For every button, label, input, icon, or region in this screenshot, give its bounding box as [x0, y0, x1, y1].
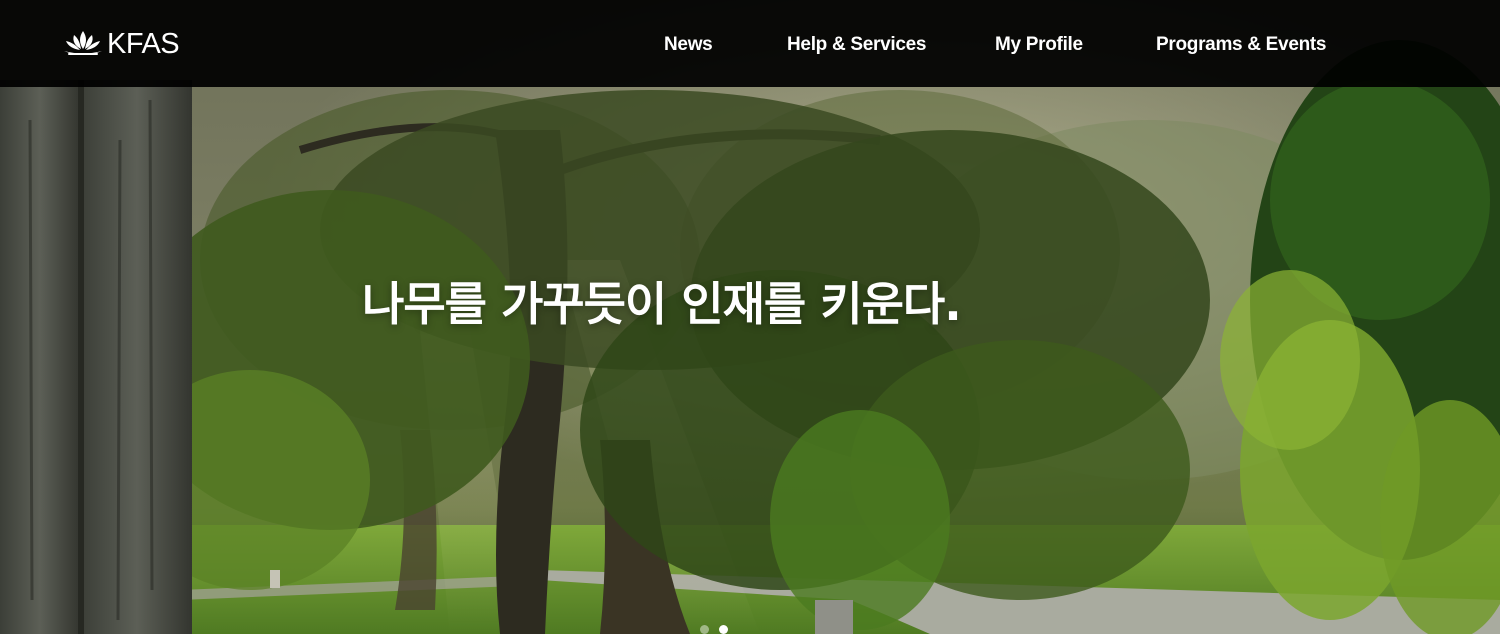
slider-dot-1[interactable]	[700, 625, 709, 634]
nav-item-my-profile[interactable]: My Profile	[995, 33, 1083, 57]
nav-item-help-services[interactable]: Help & Services	[787, 33, 926, 57]
top-navigation-bar: KFAS News Help & Services My Profile Pro…	[0, 0, 1500, 87]
slider-dot-2[interactable]	[719, 625, 728, 634]
nav-item-news[interactable]: News	[664, 33, 713, 57]
nav-item-programs-events[interactable]: Programs & Events	[1156, 33, 1326, 57]
hero-headline: 나무를 가꾸듯이 인재를 키운다.	[362, 277, 962, 331]
slider-pagination	[700, 625, 728, 634]
main-nav: News Help & Services My Profile Programs…	[0, 0, 1500, 87]
